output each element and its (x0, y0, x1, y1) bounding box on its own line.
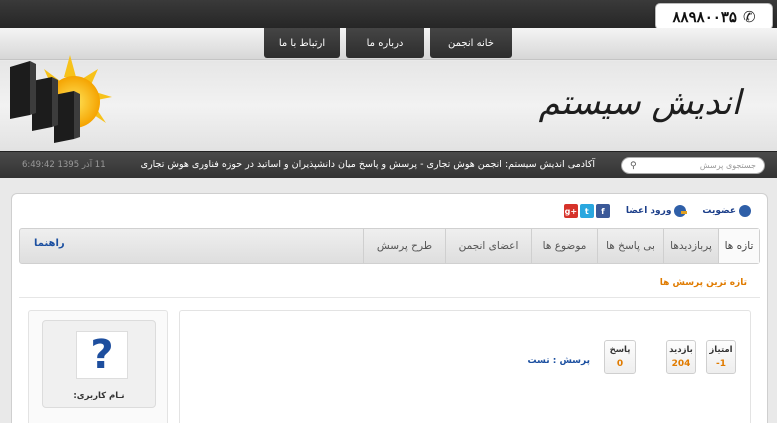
register-link[interactable]: عضویت (702, 205, 751, 217)
tab-ask-question[interactable]: طرح پرسش (363, 229, 445, 263)
user-key-icon (674, 205, 688, 217)
login-label: ورود اعضا (625, 206, 672, 216)
answers-value: 0 (616, 359, 624, 369)
tab-unanswered[interactable]: بی پاسخ ها (597, 229, 663, 263)
answers-box: پاسخ 0 (604, 340, 636, 374)
section-title: تازه ترین پرسش ها (659, 278, 747, 288)
score-box: امتیاز -1 (706, 340, 736, 374)
register-label: عضویت (702, 206, 736, 216)
site-tagline: آکادمی اندیش سیستم: انجمن هوش تجاری - پر… (140, 159, 595, 170)
login-link[interactable]: ورود اعضا (625, 205, 688, 217)
social-links: g+ t f (563, 204, 610, 218)
user-card: ? نـام کاربری: (28, 310, 168, 423)
info-strip: جستجوی پرسش ⚲ آکادمی اندیش سیستم: انجمن … (0, 151, 777, 178)
top-bar: ✆ ۸۸۹۸۰۰۳۵ (0, 0, 777, 30)
date-time: 11 آذر 1395 6:49:42 (22, 160, 106, 170)
divider (19, 297, 760, 298)
facebook-icon[interactable]: f (595, 204, 610, 218)
user-links: عضویت ورود اعضا g+ t f (563, 204, 751, 218)
search-placeholder: جستجوی پرسش (699, 161, 756, 170)
twitter-icon[interactable]: t (579, 204, 594, 218)
user-add-icon (739, 205, 751, 217)
search-icon[interactable]: ⚲ (630, 161, 637, 171)
username-label: نـام کاربری: (73, 391, 125, 401)
site-header: اندیش سیستم (0, 55, 777, 151)
answers-label: پاسخ (609, 345, 631, 355)
question-tabs: تازه ها پربازدیدها بی پاسخ ها موضوع ها ا… (19, 228, 760, 264)
phone-number: ۸۸۹۸۰۰۳۵ (672, 7, 737, 26)
views-value: 204 (671, 359, 691, 369)
search-input[interactable]: جستجوی پرسش ⚲ (621, 157, 765, 174)
menu-item-contact[interactable]: ارتباط با ما (264, 28, 340, 58)
site-brand-title[interactable]: اندیش سیستم (539, 83, 741, 123)
phone-box: ✆ ۸۸۹۸۰۰۳۵ (655, 3, 773, 30)
tab-latest[interactable]: تازه ها (718, 229, 759, 263)
menu-item-home[interactable]: خانه انجمن (430, 28, 512, 58)
googleplus-icon[interactable]: g+ (563, 204, 578, 218)
views-box: بازدید 204 (666, 340, 696, 374)
question-card: امتیاز -1 بازدید 204 پاسخ 0 پرسش : تست (179, 310, 751, 423)
sun-buildings-logo[interactable] (8, 47, 138, 147)
tab-topics[interactable]: موضوع ها (531, 229, 597, 263)
main-panel: عضویت ورود اعضا g+ t f تازه ها پربازدیده… (11, 193, 768, 423)
question-mark-avatar-icon[interactable]: ? (76, 331, 128, 379)
views-label: بازدید (669, 345, 693, 355)
help-link[interactable]: راهنما (34, 238, 65, 249)
menu-item-about[interactable]: درباره ما (346, 28, 424, 58)
score-value: -1 (716, 359, 726, 369)
score-label: امتیاز (709, 345, 733, 355)
tab-most-viewed[interactable]: پربازدیدها (663, 229, 718, 263)
tab-members[interactable]: اعضای انجمن (445, 229, 531, 263)
question-title-link[interactable]: پرسش : تست (528, 356, 590, 366)
avatar-box: ? نـام کاربری: (42, 320, 156, 408)
phone-icon: ✆ (742, 7, 756, 26)
